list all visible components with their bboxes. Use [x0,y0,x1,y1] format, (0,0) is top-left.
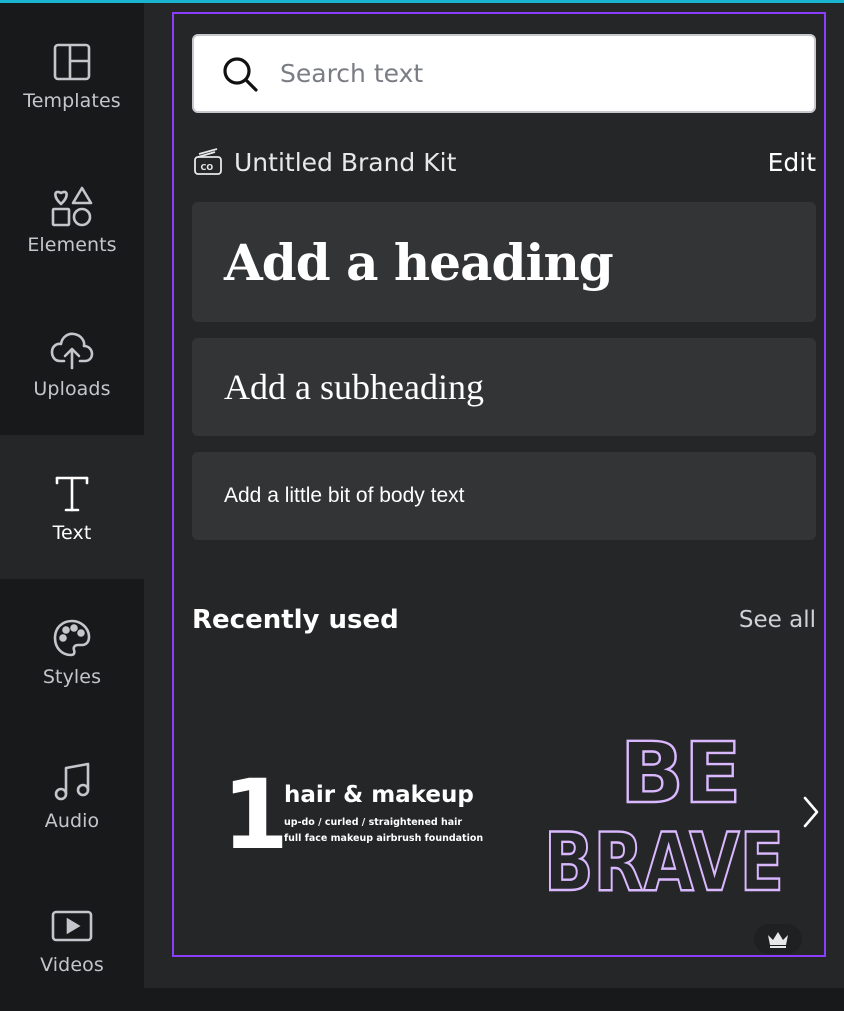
sidebar-item-label: Styles [42,666,102,688]
brand-kit-title: Untitled Brand Kit [234,147,457,177]
search-box[interactable] [192,34,816,113]
add-body-text-label: Add a little bit of body text [224,484,465,507]
add-subheading-button[interactable]: Add a subheading [192,338,816,436]
add-body-text-button[interactable]: Add a little bit of body text [192,452,816,540]
sidebar-item-videos[interactable]: Videos [0,867,144,1011]
be-brave-line2: BRAVE [544,816,784,909]
sidebar-item-audio[interactable]: Audio [0,723,144,867]
brand-kit-row: CO Untitled Brand Kit Edit [192,140,816,184]
upload-cloud-icon [50,328,94,372]
sidebar-item-uploads[interactable]: Uploads [0,291,144,435]
sidebar-item-elements[interactable]: Elements [0,147,144,291]
be-brave-line1: BE [620,724,741,822]
text-icon [50,472,94,516]
sidebar-item-label: Audio [44,810,100,832]
chevron-right-icon [803,796,819,828]
sidebar-item-label: Templates [23,90,121,112]
hair-makeup-line1: up-do / curled / straightened hair [284,817,462,828]
svg-text:CO: CO [201,163,214,172]
sidebar-item-text[interactable]: Text [0,435,144,579]
add-subheading-label: Add a subheading [224,367,484,407]
search-icon [220,54,260,94]
sidebar: Templates Elements Uploads Text Styles A… [0,3,144,988]
sidebar-item-label: Text [52,522,92,544]
search-input[interactable] [278,58,762,89]
add-heading-button[interactable]: Add a heading [192,202,816,322]
palette-icon [50,616,94,660]
templates-icon [50,40,94,84]
be-brave-preview: BE BRAVE [543,723,785,910]
video-play-icon [50,904,94,948]
sidebar-item-styles[interactable]: Styles [0,579,144,723]
sidebar-item-templates[interactable]: Templates [0,3,144,147]
sidebar-item-label: Elements [27,234,117,256]
hair-makeup-line2: full face makeup airbrush foundation [284,833,483,844]
sidebar-item-label: Uploads [33,378,111,400]
hair-makeup-title: hair & makeup [284,782,474,808]
crown-icon [768,932,788,948]
recently-used-header: Recently used See all [192,600,816,640]
add-heading-label: Add a heading [224,232,614,292]
recently-used-title: Recently used [192,605,399,635]
hair-makeup-number: 1 [222,759,289,871]
music-note-icon [50,760,94,804]
brand-kit-icon: CO [192,146,224,178]
hair-makeup-preview: 1 hair & makeup up-do / curled / straigh… [222,759,483,871]
recent-text-hair-makeup[interactable]: 1 hair & makeup up-do / curled / straigh… [192,690,512,940]
edit-brand-kit-link[interactable]: Edit [768,148,816,177]
premium-badge [754,924,802,954]
sidebar-item-label: Videos [40,954,104,976]
scroll-next-button[interactable] [796,790,826,834]
elements-icon [50,184,94,228]
see-all-link[interactable]: See all [739,607,816,633]
recent-text-be-brave[interactable]: BE BRAVE [530,690,810,940]
